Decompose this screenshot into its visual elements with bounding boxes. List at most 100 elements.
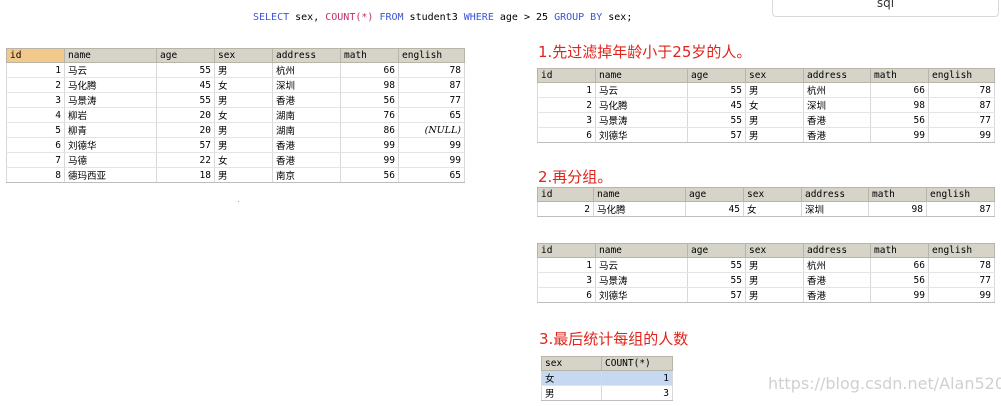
cell-count[interactable]: 3 xyxy=(601,385,673,401)
column-header-sex[interactable]: sex xyxy=(745,243,804,258)
cell-id[interactable]: 1 xyxy=(537,82,596,98)
table-row[interactable]: 1 马云 55 男杭州 66 78 xyxy=(6,62,465,78)
column-header-id[interactable]: id xyxy=(537,243,596,258)
cell-english[interactable]: 65 xyxy=(398,167,465,183)
cell-english[interactable]: 78 xyxy=(928,257,995,273)
column-header-sex[interactable]: sex xyxy=(743,187,802,202)
cell-id[interactable]: 6 xyxy=(6,137,65,153)
cell-address[interactable]: 深圳 xyxy=(272,77,341,93)
cell-address[interactable]: 湖南 xyxy=(272,107,341,123)
column-header-id[interactable]: id xyxy=(537,187,594,202)
table-row[interactable]: 2 马化腾 45 女深圳 98 87 xyxy=(537,201,995,217)
cell-math[interactable]: 56 xyxy=(870,272,929,288)
cell-math[interactable]: 86 xyxy=(340,122,399,138)
table-row[interactable]: 3 马景涛 55 男香港 56 77 xyxy=(537,272,995,288)
cell-id[interactable]: 2 xyxy=(537,97,596,113)
cell-address[interactable]: 杭州 xyxy=(272,62,341,78)
cell-math[interactable]: 99 xyxy=(340,152,399,168)
cell-sex[interactable]: 男 xyxy=(745,257,804,273)
cell-name[interactable]: 马云 xyxy=(595,82,688,98)
column-header-address[interactable]: address xyxy=(272,48,341,63)
cell-age[interactable]: 55 xyxy=(687,82,746,98)
cell-english[interactable]: 87 xyxy=(928,97,995,113)
cell-math[interactable]: 56 xyxy=(340,167,399,183)
cell-name[interactable]: 马云 xyxy=(64,62,157,78)
cell-age[interactable]: 45 xyxy=(687,97,746,113)
cell-sex[interactable]: 女 xyxy=(214,107,273,123)
column-header-age[interactable]: age xyxy=(685,187,744,202)
cell-id[interactable]: 6 xyxy=(537,287,596,303)
cell-english[interactable]: 77 xyxy=(928,112,995,128)
cell-address[interactable]: 香港 xyxy=(803,112,871,128)
cell-id[interactable]: 8 xyxy=(6,167,65,183)
cell-english[interactable]: 77 xyxy=(398,92,465,108)
table-row[interactable]: 1 马云 55 男杭州 66 78 xyxy=(537,82,995,98)
cell-name[interactable]: 柳青 xyxy=(64,122,157,138)
column-header-name[interactable]: name xyxy=(595,68,688,83)
column-header-math[interactable]: math xyxy=(868,187,927,202)
cell-id[interactable]: 2 xyxy=(537,201,594,217)
cell-english[interactable]: 99 xyxy=(398,137,465,153)
cell-id[interactable]: 3 xyxy=(6,92,65,108)
cell-address[interactable]: 香港 xyxy=(803,272,871,288)
cell-sex[interactable]: 女 xyxy=(743,201,802,217)
column-header-count[interactable]: COUNT(*) xyxy=(601,356,673,371)
cell-english[interactable]: (NULL) xyxy=(398,122,465,138)
cell-address[interactable]: 香港 xyxy=(803,287,871,303)
cell-sex[interactable]: 女 xyxy=(745,97,804,113)
query-tab[interactable]: sql xyxy=(772,0,999,17)
cell-address[interactable]: 香港 xyxy=(272,137,341,153)
cell-address[interactable]: 香港 xyxy=(803,127,871,143)
cell-age[interactable]: 18 xyxy=(156,167,215,183)
cell-english[interactable]: 65 xyxy=(398,107,465,123)
cell-english[interactable]: 78 xyxy=(928,82,995,98)
table-row[interactable]: 6 刘德华 57 男香港 99 99 xyxy=(537,287,995,303)
cell-english[interactable]: 78 xyxy=(398,62,465,78)
cell-address[interactable]: 湖南 xyxy=(272,122,341,138)
cell-math[interactable]: 76 xyxy=(340,107,399,123)
cell-address[interactable]: 香港 xyxy=(272,92,341,108)
table-row[interactable]: 8 德玛西亚 18 男南京 56 65 xyxy=(6,167,465,183)
cell-sex[interactable]: 男 xyxy=(214,167,273,183)
cell-count[interactable]: 1 xyxy=(601,370,673,386)
column-header-math[interactable]: math xyxy=(870,243,929,258)
cell-sex[interactable]: 女 xyxy=(214,77,273,93)
cell-age[interactable]: 20 xyxy=(156,122,215,138)
cell-english[interactable]: 77 xyxy=(928,272,995,288)
column-header-english[interactable]: english xyxy=(926,187,995,202)
cell-name[interactable]: 德玛西亚 xyxy=(64,167,157,183)
cell-id[interactable]: 1 xyxy=(6,62,65,78)
column-header-age[interactable]: age xyxy=(156,48,215,63)
cell-english[interactable]: 87 xyxy=(926,201,995,217)
column-header-english[interactable]: english xyxy=(928,243,995,258)
column-header-age[interactable]: age xyxy=(687,68,746,83)
cell-math[interactable]: 98 xyxy=(340,77,399,93)
table-row[interactable]: 4 柳岩 20 女湖南 76 65 xyxy=(6,107,465,123)
column-header-sex[interactable]: sex xyxy=(541,356,602,371)
cell-math[interactable]: 56 xyxy=(870,112,929,128)
cell-id[interactable]: 1 xyxy=(537,257,596,273)
column-header-address[interactable]: address xyxy=(801,187,869,202)
cell-id[interactable]: 4 xyxy=(6,107,65,123)
cell-name[interactable]: 马德 xyxy=(64,152,157,168)
cell-sex[interactable]: 男 xyxy=(541,385,602,401)
cell-age[interactable]: 55 xyxy=(687,112,746,128)
cell-id[interactable]: 7 xyxy=(6,152,65,168)
table-row[interactable]: 1 马云 55 男杭州 66 78 xyxy=(537,257,995,273)
table-row[interactable]: 3 马景涛 55 男香港 56 77 xyxy=(537,112,995,128)
cell-age[interactable]: 57 xyxy=(687,127,746,143)
cell-english[interactable]: 99 xyxy=(398,152,465,168)
column-header-sex[interactable]: sex xyxy=(745,68,804,83)
cell-sex[interactable]: 男 xyxy=(214,122,273,138)
column-header-age[interactable]: age xyxy=(687,243,746,258)
cell-age[interactable]: 22 xyxy=(156,152,215,168)
cell-math[interactable]: 98 xyxy=(870,97,929,113)
cell-address[interactable]: 香港 xyxy=(272,152,341,168)
cell-sex[interactable]: 女 xyxy=(541,370,602,386)
cell-math[interactable]: 99 xyxy=(870,287,929,303)
cell-sex[interactable]: 男 xyxy=(214,137,273,153)
column-header-id[interactable]: id xyxy=(537,68,596,83)
table-row[interactable]: 7 马德 22 女香港 99 99 xyxy=(6,152,465,168)
cell-name[interactable]: 刘德华 xyxy=(64,137,157,153)
table-row[interactable]: 男3 xyxy=(541,385,673,401)
